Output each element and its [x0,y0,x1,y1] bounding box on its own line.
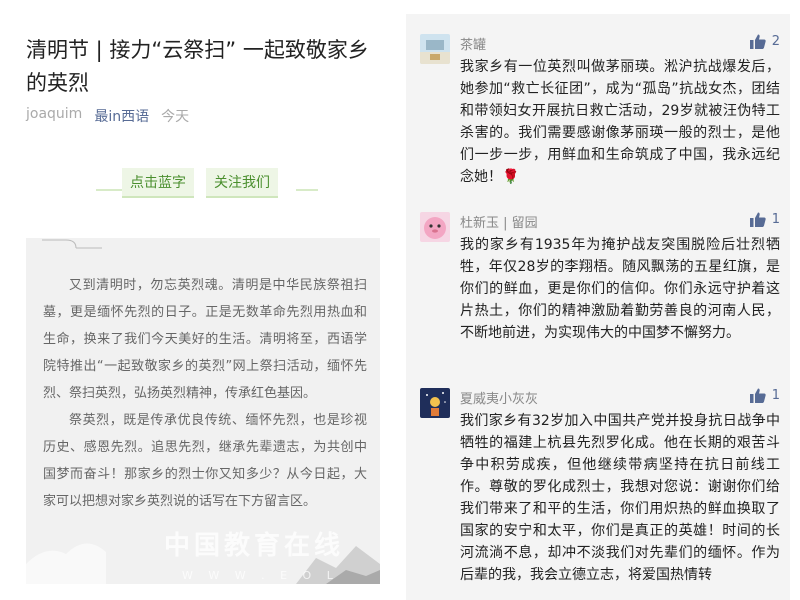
avatar[interactable] [420,388,450,418]
watermark-text: 中国教育在线 [164,531,345,561]
comment-text: 我的家乡有1935年为掩护战友突围脱险后壮烈牺牲，年仅28岁的李翔梧。随风飘荡的… [460,237,780,341]
watermark-subtext: W W W . E O L [182,569,339,582]
decorative-lines-icon [42,239,102,249]
avatar[interactable] [420,34,450,64]
account-link[interactable]: 最in西语 [94,106,149,126]
article-pane: 清明节 | 接力“云祭扫” 一起致敬家乡的英烈 joaquim 最in西语 今天… [0,0,400,600]
comment-text: 我家乡有一位英烈叫做茅丽瑛。淞沪抗战爆发后，她参加“救亡长征团”，成为“孤岛”抗… [460,59,780,185]
mountain-watermark-icon [26,543,380,584]
cta-decor-left [96,189,122,191]
cta-decor-right [296,189,318,191]
thumbs-up-icon [749,388,766,403]
thumbs-up-icon [749,212,766,227]
article-meta: joaquim 最in西语 今天 [26,106,189,126]
author-name: joaquim [26,106,83,122]
watermark: 中国教育在线 W W W . E O L [26,524,380,584]
publish-date: 今天 [161,109,190,125]
like-button[interactable]: 2 [749,34,780,49]
article-text: 又到清明时，勿忘英烈魂。清明是中华民族祭祖扫墓，更是缅怀先烈的日子。正是无数革命… [43,272,367,515]
comment-nickname[interactable]: 茶罐 [460,34,486,53]
comment-nickname[interactable]: 杜新玉 | 留园 [460,212,538,231]
avatar[interactable] [420,212,450,242]
like-button[interactable]: 1 [749,388,780,403]
like-count: 1 [771,212,780,227]
comment-nickname[interactable]: 夏威夷小灰灰 [460,388,538,407]
click-blue-text-button[interactable]: 点击蓝字 [122,168,194,198]
like-count: 2 [771,34,780,49]
thumbs-up-icon [749,34,766,49]
article-paragraph: 又到清明时，勿忘英烈魂。清明是中华民族祭祖扫墓，更是缅怀先烈的日子。正是无数革命… [43,278,367,401]
article-title: 清明节 | 接力“云祭扫” 一起致敬家乡的英烈 [26,38,369,95]
like-count: 1 [771,388,780,403]
follow-cta: 点击蓝字 关注我们 [122,168,278,198]
article-paragraph: 祭英烈，既是传承优良传统、缅怀先烈，也是珍视历史、感恩先烈。追思先烈，继承先辈遗… [43,413,367,509]
article-body-card: 又到清明时，勿忘英烈魂。清明是中华民族祭祖扫墓，更是缅怀先烈的日子。正是无数革命… [26,238,380,584]
comment-text: 我们家乡有32岁加入中国共产党并投身抗日战争中牺牲的福建上杭县先烈罗化成。他在长… [460,413,780,583]
follow-us-button[interactable]: 关注我们 [206,168,278,198]
like-button[interactable]: 1 [749,212,780,227]
comments-pane: 茶罐 2 我家乡有一位英烈叫做茅丽瑛。淞沪抗战爆发后，她参加“救亡长征团”，成为… [406,14,790,600]
